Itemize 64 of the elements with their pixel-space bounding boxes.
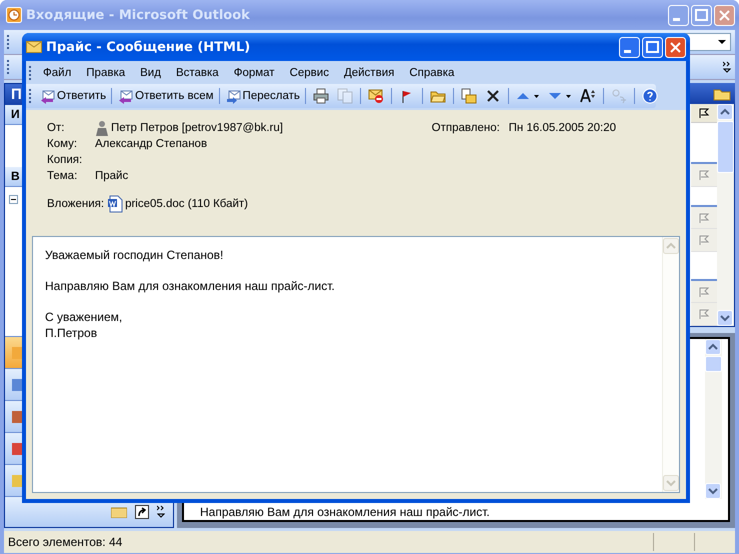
close-button[interactable] (665, 36, 686, 58)
menu-item[interactable]: Действия (338, 66, 404, 78)
scroll-up-button[interactable] (705, 339, 721, 355)
scroll-down-button[interactable] (717, 310, 733, 326)
overflow-icon[interactable] (723, 61, 731, 73)
field-label: Тема: (47, 170, 78, 182)
folder-icon[interactable] (713, 86, 731, 100)
message-text: С уважением, (45, 309, 122, 325)
envelope-arrow-icon (117, 88, 134, 104)
message-text: П.Петров (45, 325, 98, 341)
envelope-arrow-icon (224, 88, 241, 104)
menu-item[interactable]: Вставка (170, 66, 228, 78)
status-text: Всего элементов: 44 (8, 535, 122, 549)
minimize-button[interactable] (619, 36, 640, 58)
window-title: Прайс - Сообщение (HTML) (46, 40, 250, 54)
attachment-link[interactable]: price05.doc (110 Кбайт) (125, 198, 248, 210)
envelope-block-icon[interactable] (368, 88, 384, 104)
delete-icon[interactable] (484, 88, 501, 104)
scroll-thumb[interactable] (717, 121, 734, 173)
menu-item[interactable]: Формат (228, 66, 284, 78)
shortcut-icon[interactable] (135, 505, 149, 519)
scroll-up-button[interactable] (717, 104, 733, 120)
subject-text: Прайс (95, 170, 128, 182)
field-label: Отправлено: (432, 122, 501, 134)
document-icon[interactable] (107, 195, 124, 213)
dropdown-arrow-icon (718, 40, 726, 44)
envelope-icon (26, 39, 42, 55)
message-text: Уважаемый господин Степанов! (45, 247, 224, 263)
forward-button[interactable]: Переслать (222, 85, 302, 107)
menu-item[interactable]: Сервис (284, 66, 338, 78)
reply-button[interactable]: Ответить (37, 85, 108, 107)
scroll-thumb[interactable] (705, 356, 722, 372)
window-title: Входящие - Microsoft Outlook (26, 8, 250, 22)
field-label: Кому: (47, 138, 78, 150)
maximize-button[interactable] (691, 4, 712, 26)
sender-name[interactable]: Петр Петров [petrov1987@bk.ru] (111, 122, 283, 134)
person-icon (95, 120, 109, 136)
scrollbar[interactable] (705, 339, 722, 499)
help-icon[interactable] (642, 88, 658, 104)
menu-item[interactable]: Правка (80, 66, 134, 78)
message-text: Направляю Вам для ознакомления наш прайс-лист. (45, 278, 335, 294)
font-size-icon[interactable] (580, 88, 596, 104)
folder-icon[interactable] (111, 506, 127, 518)
scroll-down-button[interactable] (705, 483, 721, 499)
menu-item[interactable]: Справка (403, 66, 464, 78)
minimize-button[interactable] (668, 4, 689, 26)
overflow-icon[interactable] (157, 505, 165, 519)
maximize-button[interactable] (642, 36, 663, 58)
clock-icon (6, 7, 22, 23)
close-button[interactable] (714, 4, 735, 26)
menu-item[interactable]: Файл (37, 66, 80, 78)
envelope-arrow-icon (39, 88, 55, 104)
sent-date: Пн 16.05.2005 20:20 (508, 122, 616, 134)
recipient-name[interactable]: Александр Степанов (95, 138, 208, 150)
scrollbar[interactable] (717, 104, 734, 326)
field-label: Копия: (47, 154, 84, 166)
reading-pane-text: Направляю Вам для ознакомления наш прайс-лист. (200, 505, 490, 519)
field-label: От: (47, 122, 66, 134)
printer-icon[interactable] (312, 88, 329, 104)
field-label: Вложения: (47, 198, 104, 210)
move-to-folder-icon[interactable] (460, 88, 477, 104)
menu-item[interactable]: Вид (134, 66, 170, 78)
flag-icon (698, 106, 710, 119)
collapse-icon[interactable] (9, 195, 18, 204)
